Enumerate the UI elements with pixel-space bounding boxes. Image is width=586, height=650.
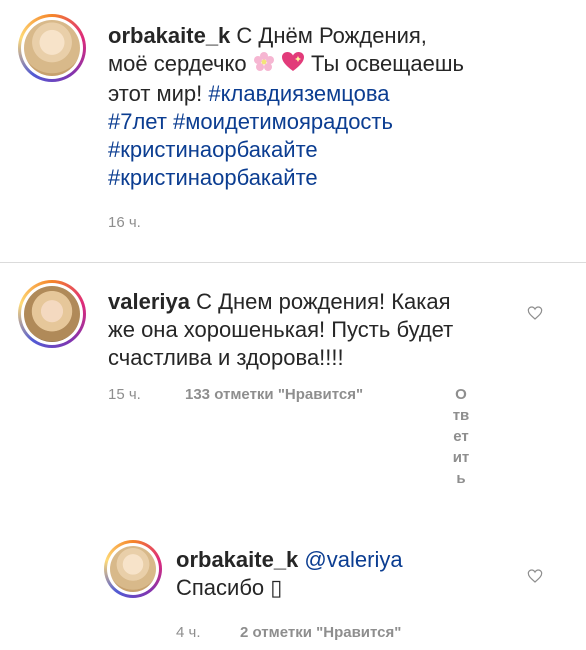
comment-meta: 16 ч. xyxy=(108,214,141,231)
username[interactable]: orbakaite_k xyxy=(176,547,298,572)
hashtag-link[interactable]: #7лет xyxy=(108,109,167,134)
likes-count[interactable]: 2 отметки "Нравится" xyxy=(240,624,401,641)
timestamp: 16 ч. xyxy=(108,214,141,231)
avatar[interactable] xyxy=(18,14,86,82)
avatar[interactable] xyxy=(18,280,86,348)
hashtag-link[interactable]: #моидетимоярадость xyxy=(173,109,393,134)
comment-line: счастлива и здорова!!!! xyxy=(108,345,344,370)
username[interactable]: valeriya xyxy=(108,289,190,314)
hashtag-link[interactable]: #кристинаорбакайте xyxy=(108,137,318,162)
comment-line: Ты освещаешь xyxy=(310,51,464,76)
divider xyxy=(0,262,586,263)
comment-text: orbakaite_k С Днём Рождения, моё сердечк… xyxy=(108,22,548,192)
cherry-blossom-icon xyxy=(253,51,275,80)
comment-text: valeriya С Днем рождения! Какая же она х… xyxy=(108,288,528,372)
reply-label: О xyxy=(455,386,467,403)
comment-meta: 15 ч. xyxy=(108,386,141,403)
reply-label: ет xyxy=(453,428,469,445)
heart-outline-icon[interactable] xyxy=(527,305,543,321)
timestamp: 4 ч. xyxy=(176,624,201,641)
hashtag-link[interactable]: #кристинаорбакайте xyxy=(108,165,318,190)
comment-meta: 4 ч. xyxy=(176,624,201,641)
comment-line: Спасибо xyxy=(176,575,271,600)
comment-line: С Днем рождения! Какая xyxy=(196,289,451,314)
comment-line: же она хорошенькая! Пусть будет xyxy=(108,317,454,342)
reply-label: ь xyxy=(456,470,466,487)
comment-line: С Днём Рождения, xyxy=(236,23,427,48)
heart-outline-icon[interactable] xyxy=(527,568,543,584)
mention-link[interactable]: @valeriya xyxy=(304,547,402,572)
missing-glyph: ▯ xyxy=(270,575,283,600)
comment-text: orbakaite_k @valeriya Спасибо ▯ xyxy=(176,546,516,602)
reply-label: тв xyxy=(452,407,470,424)
likes-count[interactable]: 133 отметки "Нравится" xyxy=(185,386,363,403)
sparkling-heart-icon xyxy=(281,51,305,80)
timestamp: 15 ч. xyxy=(108,386,141,403)
username[interactable]: orbakaite_k xyxy=(108,23,230,48)
avatar[interactable] xyxy=(104,540,162,598)
reply-label: ит xyxy=(452,449,470,466)
reply-button[interactable]: О тв ет ит ь xyxy=(452,384,470,489)
comment-line: моё сердечко xyxy=(108,51,247,76)
comment-line: этот мир! xyxy=(108,80,203,106)
hashtag-link[interactable]: #клавдияземцова xyxy=(208,81,389,106)
